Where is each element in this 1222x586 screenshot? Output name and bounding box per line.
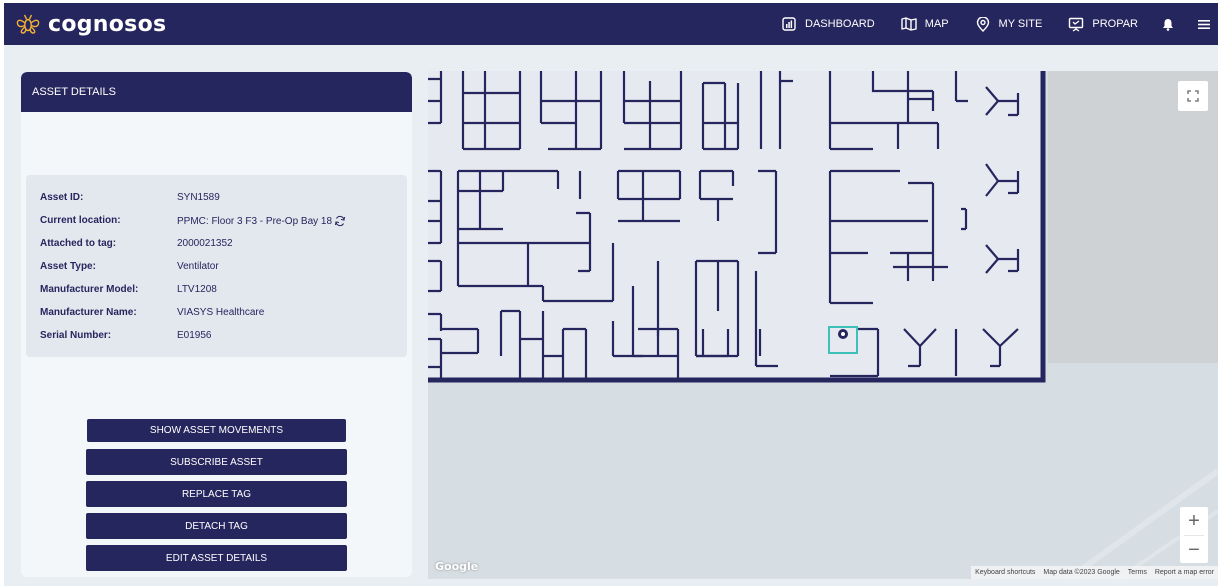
top-navbar: cognosos DASHBOARD MAP MY SITE PROPAR — [4, 3, 1218, 45]
panel-title: ASSET DETAILS — [21, 72, 412, 112]
nav-my-site-label: MY SITE — [998, 18, 1043, 30]
notifications-button[interactable] — [1162, 18, 1174, 31]
nav-propar[interactable]: PROPAR — [1068, 16, 1138, 32]
main-content: ASSET DETAILS Asset ID: SYN1589 Current … — [4, 45, 1218, 586]
zoom-control: + − — [1180, 507, 1208, 563]
nav-my-site[interactable]: MY SITE — [975, 16, 1043, 32]
subscribe-asset-button[interactable]: SUBSCRIBE ASSET — [86, 449, 347, 475]
map-data-text: Map data ©2023 Google — [1043, 569, 1120, 576]
nav-map[interactable]: MAP — [901, 16, 949, 32]
main-nav: DASHBOARD MAP MY SITE PROPAR — [755, 3, 1210, 45]
detail-label: Manufacturer Name: — [40, 307, 137, 318]
detail-label: Current location: — [40, 215, 121, 226]
current-location-value: PPMC: Floor 3 F3 - Pre-Op Bay 18 — [177, 215, 333, 227]
detach-tag-button[interactable]: DETACH TAG — [86, 513, 347, 539]
detail-value: Ventilator — [177, 261, 219, 272]
bell-icon — [1163, 18, 1173, 31]
nav-propar-label: PROPAR — [1092, 18, 1138, 30]
detail-label: Asset Type: — [40, 261, 96, 272]
floor-plan-drawing — [428, 71, 1218, 579]
show-asset-movements-button[interactable]: SHOW ASSET MOVEMENTS — [87, 419, 346, 442]
bee-logo-icon — [16, 14, 40, 34]
replace-tag-button[interactable]: REPLACE TAG — [86, 481, 347, 507]
report-error-link[interactable]: Report a map error — [1155, 569, 1214, 576]
brand-name: cognosos — [48, 11, 167, 37]
edit-asset-details-button[interactable]: EDIT ASSET DETAILS — [86, 545, 347, 571]
terms-link[interactable]: Terms — [1128, 569, 1147, 576]
nav-map-label: MAP — [924, 18, 949, 30]
location-pin-icon — [975, 16, 991, 32]
keyboard-shortcuts-link[interactable]: Keyboard shortcuts — [975, 569, 1035, 576]
zoom-out-button[interactable]: − — [1180, 536, 1208, 564]
fullscreen-button[interactable] — [1178, 81, 1208, 111]
refresh-icon[interactable] — [334, 215, 346, 227]
detail-value: E01956 — [177, 330, 212, 341]
nav-dashboard-label: DASHBOARD — [805, 18, 875, 30]
asset-location-marker[interactable] — [838, 329, 848, 339]
detail-label: Manufacturer Model: — [40, 284, 139, 295]
detail-label: Serial Number: — [40, 330, 112, 341]
map-terrain-patch — [1048, 71, 1218, 363]
detail-value: LTV1208 — [177, 284, 217, 295]
fullscreen-icon — [1187, 90, 1199, 102]
detail-value: PPMC: Floor 3 F3 - Pre-Op Bay 18 — [177, 215, 346, 227]
presentation-icon — [1068, 16, 1084, 32]
asset-details-card: Asset ID: SYN1589 Current location: PPMC… — [26, 175, 407, 357]
floor-map[interactable]: + − Google Keyboard shortcuts Map data ©… — [428, 71, 1218, 579]
google-logo[interactable]: Google — [435, 560, 478, 573]
brand-logo[interactable]: cognosos — [14, 10, 166, 38]
nav-dashboard[interactable]: DASHBOARD — [781, 16, 875, 32]
detail-value: SYN1589 — [177, 192, 220, 203]
hamburger-menu-icon — [1198, 19, 1210, 29]
asset-details-panel: ASSET DETAILS Asset ID: SYN1589 Current … — [21, 72, 412, 577]
menu-button[interactable] — [1198, 19, 1210, 30]
detail-value: 2000021352 — [177, 238, 233, 249]
map-icon — [901, 16, 917, 32]
map-attribution: Keyboard shortcuts Map data ©2023 Google… — [971, 566, 1218, 579]
chart-icon — [781, 16, 797, 32]
detail-label: Attached to tag: — [40, 238, 117, 249]
detail-value: VIASYS Healthcare — [177, 307, 265, 318]
zoom-in-button[interactable]: + — [1180, 507, 1208, 535]
detail-label: Asset ID: — [40, 192, 84, 203]
